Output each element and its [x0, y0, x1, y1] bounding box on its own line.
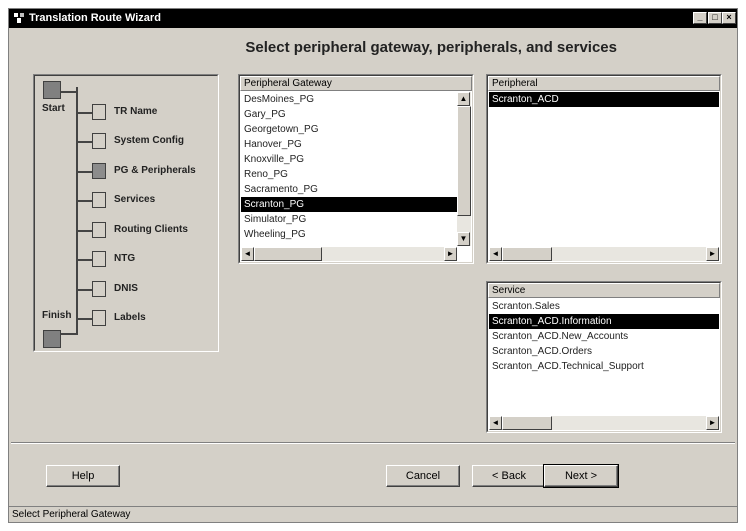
- gateway-column-header[interactable]: Peripheral Gateway: [240, 76, 472, 91]
- step-label: Services: [114, 194, 156, 205]
- service-list-item[interactable]: Scranton_ACD.Orders: [489, 344, 719, 359]
- step-box: [92, 222, 106, 238]
- gateway-list-item[interactable]: Georgetown_PG: [241, 122, 457, 137]
- step-connector: [77, 230, 92, 232]
- app-icon: [14, 13, 24, 23]
- gateway-list-item[interactable]: DesMoines_PG: [241, 92, 457, 107]
- gateway-list-item[interactable]: Wheeling_PG: [241, 227, 457, 242]
- step-label: PG & Peripherals: [114, 165, 196, 176]
- peripheral-hscroll-thumb[interactable]: [502, 247, 552, 261]
- service-hscroll-thumb[interactable]: [502, 416, 552, 430]
- maximize-button[interactable]: □: [708, 12, 722, 24]
- scroll-left-icon[interactable]: ◄: [489, 247, 502, 261]
- separator: [11, 442, 735, 444]
- wizard-window: Translation Route Wizard _ □ × Select pe…: [8, 8, 738, 523]
- window-title: Translation Route Wizard: [29, 12, 161, 24]
- close-button[interactable]: ×: [722, 12, 736, 24]
- step-box: [92, 281, 106, 297]
- page-heading: Select peripheral gateway, peripherals, …: [245, 39, 617, 56]
- step-box: [92, 104, 106, 120]
- step-connector: [77, 318, 92, 320]
- peripheral-listbox[interactable]: Peripheral Scranton_ACD ◄ ►: [486, 74, 722, 264]
- gateway-horizontal-scrollbar[interactable]: ◄ ►: [241, 247, 457, 261]
- step-label: Labels: [114, 312, 146, 323]
- step-label: NTG: [114, 253, 136, 264]
- gateway-list-item[interactable]: Gary_PG: [241, 107, 457, 122]
- service-listbox[interactable]: Service Scranton.Sales Scranton_ACD.Infor…: [486, 281, 722, 433]
- peripheral-list-item[interactable]: Scranton_ACD: [489, 92, 719, 107]
- scroll-up-icon[interactable]: ▲: [457, 92, 470, 106]
- peripheral-column-header[interactable]: Peripheral: [488, 76, 720, 91]
- scroll-left-icon[interactable]: ◄: [489, 416, 502, 430]
- step-connector: [77, 112, 92, 114]
- gateway-list-item[interactable]: Simulator_PG: [241, 212, 457, 227]
- next-button[interactable]: Next >: [543, 464, 619, 488]
- gateway-hscroll-thumb[interactable]: [254, 247, 322, 261]
- service-list-item[interactable]: Scranton.Sales: [489, 299, 719, 314]
- scroll-right-icon[interactable]: ►: [444, 247, 457, 261]
- scroll-down-icon[interactable]: ▼: [457, 232, 470, 246]
- step-label: System Config: [114, 135, 185, 146]
- step-connector: [77, 200, 92, 202]
- step-connector: [77, 141, 92, 143]
- service-list-item[interactable]: Scranton_ACD.Information: [489, 314, 719, 329]
- gateway-list-item[interactable]: Scranton_PG: [241, 197, 457, 212]
- wizard-steps-panel: Start Finish TR Name System Config PG & Pe…: [33, 74, 219, 352]
- step-box: [92, 251, 106, 267]
- help-button[interactable]: Help: [46, 465, 120, 487]
- scroll-right-icon[interactable]: ►: [706, 416, 719, 430]
- start-label: Start: [42, 103, 65, 114]
- scroll-right-icon[interactable]: ►: [706, 247, 719, 261]
- service-list-item[interactable]: Scranton_ACD.New_Accounts: [489, 329, 719, 344]
- step-connector: [77, 259, 92, 261]
- step-connector: [77, 171, 92, 173]
- step-label: Routing Clients: [114, 224, 188, 235]
- service-horizontal-scrollbar[interactable]: ◄ ►: [489, 416, 719, 430]
- step-label: DNIS: [114, 283, 138, 294]
- gateway-list-item[interactable]: Reno_PG: [241, 167, 457, 182]
- step-box: [92, 310, 106, 326]
- gateway-listbox[interactable]: Peripheral Gateway DesMoines_PG Gary_PG Ge…: [238, 74, 474, 264]
- status-bar: Select Peripheral Gateway: [9, 506, 737, 523]
- step-box: [92, 192, 106, 208]
- gateway-list-item[interactable]: Sacramento_PG: [241, 182, 457, 197]
- step-box: [92, 163, 106, 179]
- back-button[interactable]: < Back: [472, 465, 546, 487]
- finish-marker: [43, 330, 61, 348]
- service-list-item[interactable]: Scranton_ACD.Technical_Support: [489, 359, 719, 374]
- service-column-header[interactable]: Service: [488, 283, 720, 298]
- scroll-left-icon[interactable]: ◄: [241, 247, 254, 261]
- finish-label: Finish: [42, 310, 72, 321]
- step-connector: [77, 289, 92, 291]
- start-marker: [43, 81, 61, 99]
- gateway-list-item[interactable]: Hanover_PG: [241, 137, 457, 152]
- gateway-list-item[interactable]: Knoxville_PG: [241, 152, 457, 167]
- gateway-vscroll-thumb[interactable]: [457, 106, 471, 216]
- gateway-vertical-scrollbar[interactable]: ▲ ▼: [457, 92, 471, 246]
- title-bar: Translation Route Wizard _ □ ×: [9, 9, 737, 28]
- cancel-button[interactable]: Cancel: [386, 465, 460, 487]
- step-box: [92, 133, 106, 149]
- minimize-button[interactable]: _: [693, 12, 707, 24]
- peripheral-horizontal-scrollbar[interactable]: ◄ ►: [489, 247, 719, 261]
- step-label: TR Name: [114, 106, 158, 117]
